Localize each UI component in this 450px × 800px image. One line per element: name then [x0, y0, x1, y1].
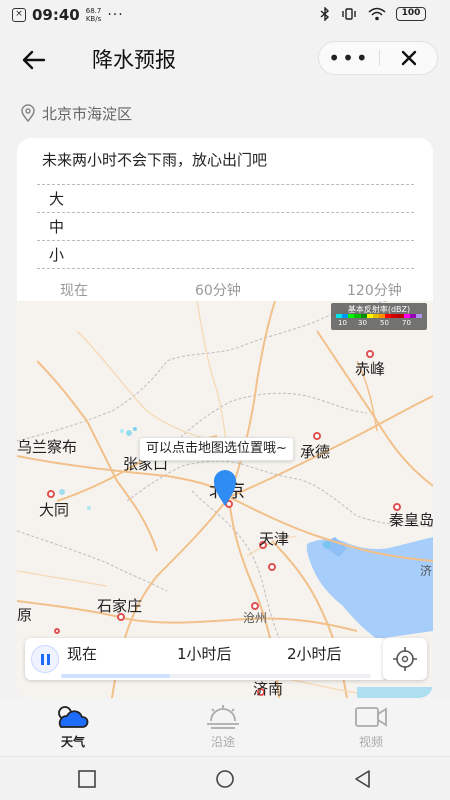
radar-map[interactable]: 基本反射率(dBZ) 10 30 50 70 赤峰 承德 乌兰察布 张家口 大同… [17, 301, 433, 698]
city-label-wulancabu: 乌兰察布 [17, 438, 78, 456]
city-label-shijiazhuang: 石家庄 [97, 597, 143, 615]
network-speed-value: 68.7 [85, 7, 102, 15]
page-title: 降水预报 [92, 48, 176, 72]
pause-icon-bar [46, 653, 50, 665]
home-icon[interactable] [214, 769, 236, 789]
tab-weather[interactable]: 天气 [28, 698, 118, 756]
intensity-label: 中 [49, 218, 65, 236]
radar-legend-ticks: 10 30 50 70 [336, 318, 422, 328]
playback-progress [61, 674, 170, 678]
forecast-time-axis: 现在 60分钟 120分钟 [17, 280, 433, 300]
city-label-left-edge: 原 [17, 606, 33, 624]
legend-tick: 10 [338, 319, 347, 327]
battery-icon: 100 [396, 7, 426, 21]
radar-playback-bar: 现在 1小时后 2小时后 [25, 638, 387, 680]
location-text: 北京市海淀区 [42, 104, 133, 123]
city-label-qinhuangdao: 秦皇岛 [389, 511, 433, 529]
arrow-left-icon [22, 50, 46, 70]
more-icon: ••• [328, 46, 370, 70]
intensity-label: 大 [49, 190, 65, 208]
location-pin-icon [21, 104, 35, 122]
notification-icon: × [12, 8, 26, 22]
city-label-right-edge: 济 [420, 564, 433, 578]
city-label-chifeng: 赤峰 [355, 360, 386, 378]
network-speed-unit: KB/s [85, 15, 102, 23]
crosshair-icon [393, 647, 417, 671]
pause-icon [40, 653, 44, 665]
status-left: × 09:40 68.7 KB/s ··· [12, 6, 124, 24]
city-label-chengde: 承德 [300, 443, 331, 461]
bottom-tab-bar: 天气 沿途 视频 [0, 698, 450, 756]
playback-label-1h: 1小时后 [177, 645, 232, 663]
status-right: 100 [320, 7, 426, 21]
wifi-icon [368, 7, 386, 21]
forecast-card: 未来两小时不会下雨，放心出门吧 大 中 小 现在 60分钟 120分钟 基本反射… [17, 138, 433, 698]
map-hint-tooltip: 可以点击地图选位置哦~ [139, 437, 294, 461]
bluetooth-icon [320, 7, 330, 21]
tab-label: 沿途 [210, 735, 235, 749]
recent-apps-icon[interactable] [76, 769, 98, 789]
divider [37, 268, 414, 269]
mini-program-capsule: ••• [318, 41, 438, 75]
close-icon [401, 50, 417, 66]
map-marker-icon[interactable] [213, 468, 237, 508]
app-header: 降水预报 ••• [0, 30, 450, 90]
system-nav-bar [0, 756, 450, 800]
tab-label: 视频 [358, 735, 383, 749]
close-button[interactable] [379, 42, 439, 74]
playback-label-2h: 2小时后 [287, 645, 342, 663]
legend-tick: 50 [380, 319, 389, 327]
intensity-row-heavy: 大 [37, 185, 414, 213]
status-time: 09:40 [32, 6, 80, 24]
back-nav-icon[interactable] [352, 769, 374, 789]
time-axis-label: 60分钟 [195, 283, 241, 299]
city-label-cangzhou: 沧州 [243, 611, 268, 625]
tab-label: 天气 [60, 735, 85, 749]
pause-button[interactable] [31, 645, 59, 673]
tab-video[interactable]: 视频 [326, 698, 416, 756]
vibrate-icon [342, 8, 356, 20]
intensity-row-light: 小 [37, 241, 414, 269]
status-bar: × 09:40 68.7 KB/s ··· 100 [0, 0, 450, 30]
intensity-label: 小 [49, 246, 65, 264]
intensity-row-heavy [37, 157, 414, 185]
time-axis-label: 120分钟 [347, 283, 402, 299]
status-more: ··· [107, 7, 124, 23]
network-speed: 68.7 KB/s [86, 7, 102, 23]
legend-tick: 30 [358, 319, 367, 327]
back-button[interactable] [18, 44, 52, 76]
city-label-tianjin: 天津 [259, 530, 290, 548]
location-row[interactable]: 北京市海淀区 [20, 102, 132, 124]
locate-button[interactable] [383, 638, 427, 680]
intensity-row-moderate: 中 [37, 213, 414, 241]
weather-cloud-icon [58, 706, 89, 728]
radar-legend: 基本反射率(dBZ) 10 30 50 70 [331, 303, 427, 330]
time-axis-label: 现在 [60, 283, 88, 299]
video-camera-icon [355, 707, 387, 727]
route-sun-icon [207, 705, 239, 729]
playback-slider[interactable] [61, 674, 371, 678]
playback-label-now: 现在 [67, 645, 98, 663]
city-label-jinan: 济南 [253, 680, 284, 698]
tab-route[interactable]: 沿途 [178, 698, 268, 756]
city-label-datong: 大同 [39, 501, 70, 519]
legend-tick: 70 [402, 319, 411, 327]
more-button[interactable]: ••• [319, 42, 379, 74]
